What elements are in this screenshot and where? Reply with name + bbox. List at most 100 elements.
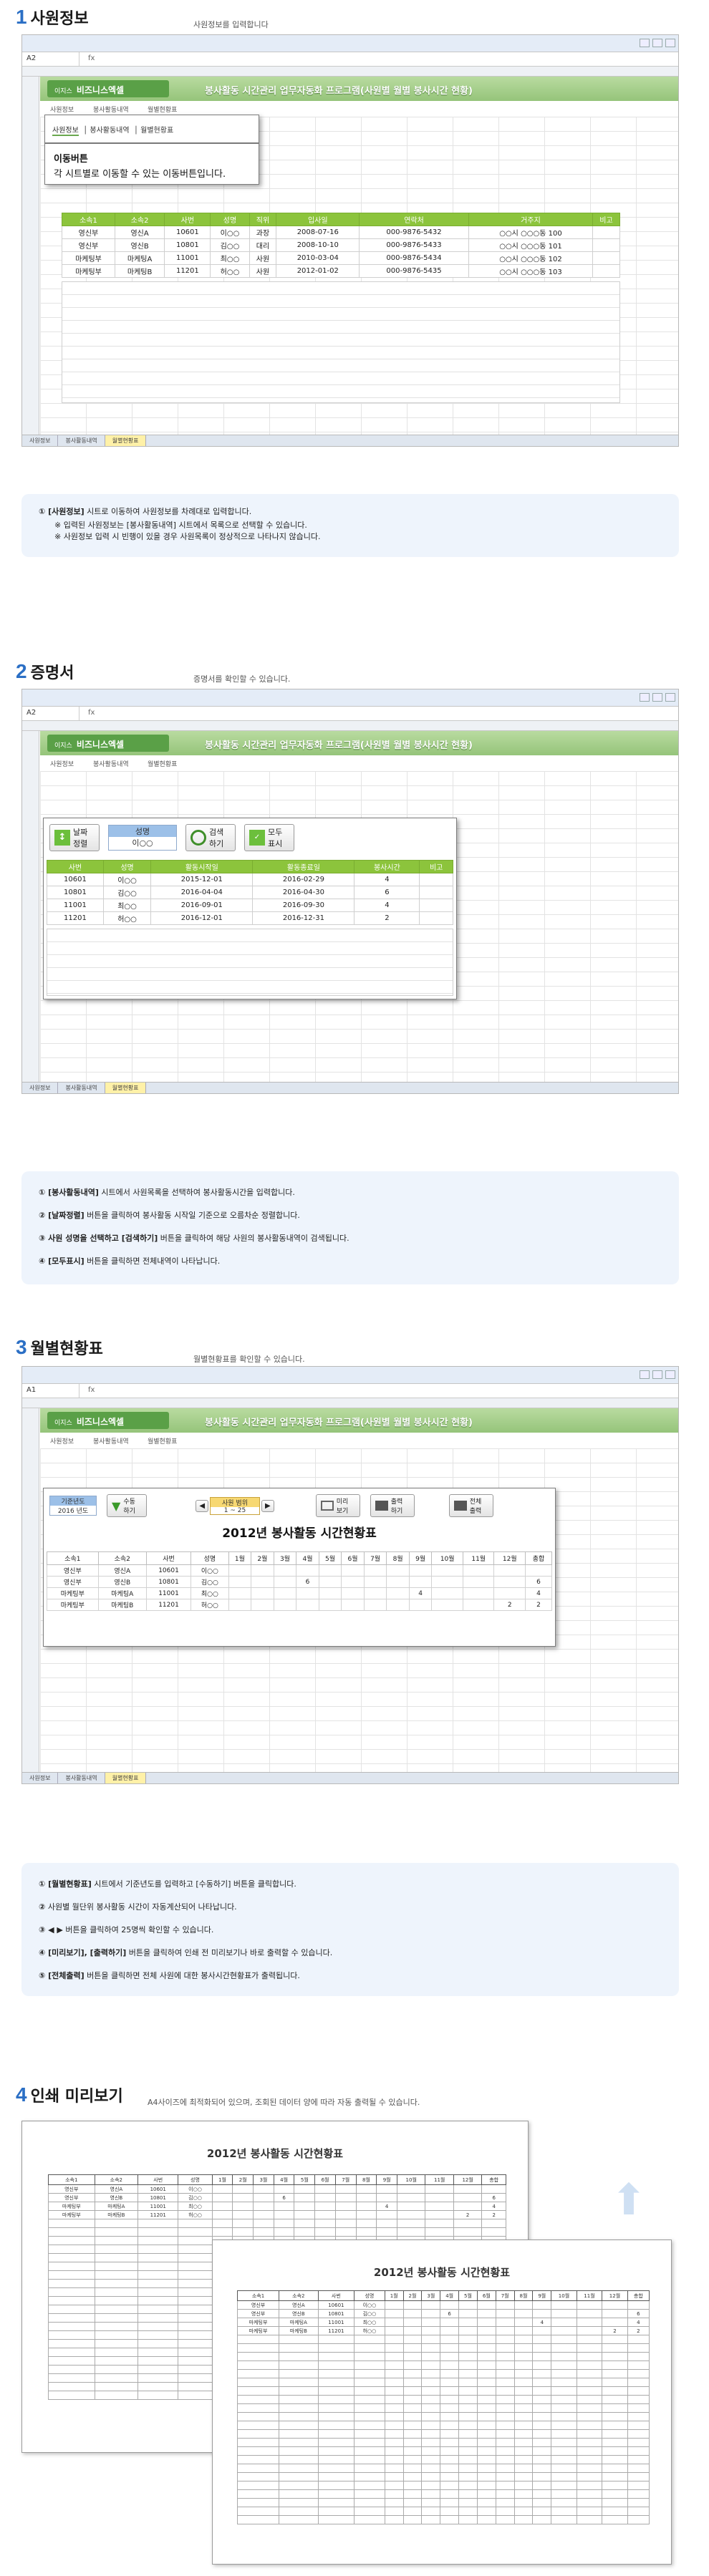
minimize-icon[interactable] (640, 693, 650, 702)
popup-tab-employee[interactable]: 사원정보 (52, 127, 79, 136)
table-row[interactable]: 마케팅부 마케팅A 11001 최○○ 4 4 (48, 2202, 506, 2211)
table-cell (421, 2360, 441, 2370)
table-cell (236, 2360, 280, 2370)
name-box[interactable]: A1 (22, 1384, 79, 1398)
table-cell (273, 2227, 295, 2237)
table-row[interactable]: 마케팅부 마케팅B 11201 허○○ 2 2 (47, 1599, 552, 1611)
tab-employee[interactable]: 사원정보 (50, 1436, 74, 1446)
tab-monthly[interactable]: 월별현황표 (148, 759, 177, 768)
sheet-tab-activity[interactable]: 봉사활동내역 (58, 1083, 105, 1093)
table-row[interactable]: 영신부 영신A 10601 이○○ (47, 1564, 552, 1577)
table-cell (138, 2313, 179, 2323)
table-cell (314, 2193, 336, 2202)
close-icon[interactable] (665, 693, 675, 702)
table-row[interactable]: 영신부 영신B 10801 김○○ 6 6 (47, 1576, 552, 1588)
popup-tab-activity[interactable]: 봉사활동내역 (90, 127, 129, 135)
sheet-tab-activity[interactable]: 봉사활동내역 (58, 435, 105, 446)
table-cell (419, 873, 453, 886)
table-row[interactable]: 11201 허○○ 2016-12-01 2016-12-31 2 (47, 911, 453, 925)
maximize-icon[interactable] (652, 693, 662, 702)
tab-employee[interactable]: 사원정보 (50, 105, 74, 114)
table-cell (232, 2227, 254, 2237)
next-page-button[interactable]: ▶ (261, 1499, 274, 1512)
sheet-tab-monthly[interactable]: 월별현황표 (105, 1773, 147, 1783)
tab-activity[interactable]: 봉사활동내역 (93, 759, 129, 768)
table-cell (402, 2335, 423, 2344)
year-input[interactable]: 2016 년도 (50, 1506, 96, 1515)
name-box[interactable]: A2 (22, 707, 79, 720)
table-row[interactable]: 마케팅부 마케팅A 11001 최○○ 4 4 (236, 2318, 650, 2327)
table-cell: 마케팅B (279, 2326, 319, 2335)
table-cell (421, 2386, 441, 2396)
table-cell (476, 2489, 496, 2499)
table-cell (178, 2287, 213, 2297)
tab-activity[interactable]: 봉사활동내역 (93, 105, 129, 114)
table-row[interactable]: 마케팅부 마케팅B 11201 허○○ 사원 2012-01-02 000-9876-543… (62, 264, 621, 278)
print-button[interactable]: 출력 하기 (370, 1494, 415, 1517)
prev-page-button[interactable]: ◀ (196, 1499, 209, 1512)
table-cell: 마케팅부 (62, 264, 115, 278)
maximize-icon[interactable] (652, 1370, 662, 1379)
print-all-button[interactable]: 전체 출력 (448, 1494, 493, 1517)
table-cell (551, 2395, 577, 2404)
preview-button[interactable]: 미리 보기 (315, 1494, 360, 1517)
monthly-header-cell: 3월 (273, 1551, 297, 1565)
tab-employee[interactable]: 사원정보 (50, 759, 74, 768)
show-all-button[interactable]: ✓ 모두 표시 (244, 824, 294, 851)
table-cell (178, 2245, 213, 2254)
monitor-icon (320, 1501, 334, 1511)
date-sort-button[interactable]: ↕ 날짜 정렬 (49, 824, 100, 851)
table-cell (532, 2343, 552, 2353)
search-button[interactable]: 검색 하기 (185, 824, 236, 851)
table-row[interactable]: 영신부 영신B 10801 김○○ 대리 2008-10-10 000-9876-5433 ○… (62, 238, 621, 252)
tab-monthly[interactable]: 월별현황표 (148, 105, 177, 114)
table-cell (94, 2373, 139, 2383)
table-cell (279, 2386, 319, 2396)
popup-tab-monthly[interactable]: 월별현황표 (140, 127, 173, 135)
table-row[interactable]: 마케팅부 마케팅B 11201 허○○ 2 2 (236, 2326, 650, 2335)
table-row[interactable]: 마케팅부 마케팅A 11001 최○○ 4 4 (47, 1587, 552, 1599)
table-cell (94, 2253, 139, 2262)
fx-icon: fx (88, 1386, 95, 1394)
table-row[interactable]: 10601 이○○ 2015-12-01 2016-02-29 4 (47, 873, 453, 886)
close-icon[interactable] (665, 39, 675, 47)
table-cell (440, 2498, 460, 2507)
minimize-icon[interactable] (640, 1370, 650, 1379)
table-row[interactable]: 영신부 영신A 10601 이○○ (48, 2184, 506, 2194)
table-cell: 이○○ (190, 1564, 229, 1577)
table-cell (178, 2322, 213, 2331)
table-row[interactable]: 영신부 영신A 10601 이○○ (236, 2300, 650, 2310)
table-cell (279, 2369, 319, 2378)
table-cell (551, 2412, 577, 2421)
sheet-tab-monthly[interactable]: 월별현황표 (105, 1083, 147, 1093)
table-cell (402, 2326, 423, 2335)
table-row[interactable]: 11001 최○○ 2016-09-01 2016-09-30 4 (47, 899, 453, 912)
table-row[interactable]: 영신부 영신A 10601 이○○ 과장 2008-07-16 000-9876-5432 ○… (62, 226, 621, 239)
table-cell (458, 2481, 478, 2490)
title-bar (22, 1367, 678, 1384)
table-cell (627, 2464, 650, 2473)
close-icon[interactable] (665, 1370, 675, 1379)
table-row[interactable]: 10801 김○○ 2016-04-04 2016-04-30 6 (47, 886, 453, 899)
calculate-button[interactable]: ▼ 수동 하기 (107, 1494, 148, 1517)
name-select[interactable]: 이○○ (109, 837, 176, 850)
sheet-tab-monthly[interactable]: 월별현황표 (105, 435, 147, 446)
tab-monthly[interactable]: 월별현황표 (148, 1436, 177, 1446)
tab-activity[interactable]: 봉사활동내역 (93, 1436, 129, 1446)
maximize-icon[interactable] (652, 39, 662, 47)
minimize-icon[interactable] (640, 39, 650, 47)
table-cell (94, 2262, 139, 2271)
table-row[interactable]: 마케팅부 마케팅B 11201 허○○ 2 2 (48, 2210, 506, 2219)
sheet-tab-employee[interactable]: 사원정보 (22, 1773, 59, 1783)
table-cell (396, 2210, 426, 2219)
sheet-tab-employee[interactable]: 사원정보 (22, 1083, 59, 1093)
table-cell (440, 2412, 460, 2421)
table-row[interactable]: 영신부 영신B 10801 김○○ 6 6 (236, 2309, 650, 2318)
table-row[interactable]: 영신부 영신B 10801 김○○ 6 6 (48, 2193, 506, 2202)
table-cell (317, 2438, 355, 2447)
sheet-tab-activity[interactable]: 봉사활동내역 (58, 1773, 105, 1783)
table-row[interactable]: 마케팅부 마케팅A 11001 최○○ 사원 2010-03-04 000-9876-543… (62, 251, 621, 265)
sheet-tab-employee[interactable]: 사원정보 (22, 435, 59, 446)
name-box[interactable]: A2 (22, 52, 79, 66)
table-cell (273, 1599, 297, 1611)
